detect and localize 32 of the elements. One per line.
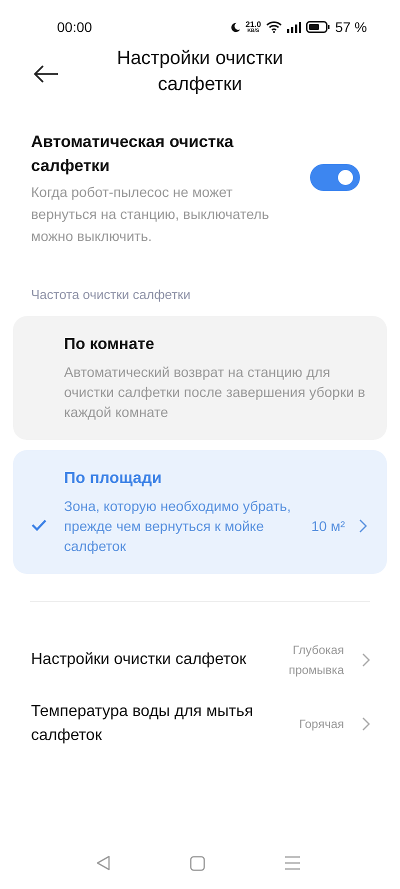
signal-icon [287, 22, 302, 32]
back-icon[interactable] [96, 855, 110, 871]
setting-title: Автоматическая очистка салфетки [31, 132, 234, 177]
toggle-switch[interactable] [310, 164, 360, 191]
home-icon[interactable] [190, 856, 205, 870]
battery-percent: 57 % [335, 19, 367, 35]
chevron-icon [362, 717, 370, 731]
option-title: По комнате [64, 335, 156, 355]
row-value: Горячая [298, 716, 344, 733]
option-description: Зона, которую необходимо убрать, прежде чем вернуться к мойке салфеток [64, 497, 292, 556]
row-label: Температура воды для мытья салфеток [31, 702, 254, 746]
battery-icon [306, 21, 330, 33]
chevron-icon [362, 653, 370, 667]
page-title: Настройки очистки салфетки [116, 47, 284, 97]
option-description: Автоматический возврат на станцию для очистки салфетки после завершения уборки в каждой комнате [64, 363, 366, 422]
back-arrow-icon[interactable] [33, 65, 59, 83]
checkmark-icon [30, 518, 46, 530]
option-value: 10 м² [311, 518, 345, 534]
settings-row[interactable]: Температура воды для мытья салфеток Горячая [0, 690, 400, 758]
chevron-icon [359, 519, 367, 533]
row-label: Настройки очистки салфеток [31, 650, 248, 670]
setting-description: Когда робот-пылесос не может вернуться на станцию, выключатель можно выключить. [31, 183, 270, 246]
moon-icon [230, 22, 240, 32]
section-label: Частота очистки салфетки [30, 286, 192, 304]
network-speed: 21.0 [246, 20, 262, 28]
option-card[interactable]: По комнате Автоматический возврат на станцию для очистки салфетки после завершения уборки в каждой комнате [13, 316, 387, 440]
row-value: Глубокая промывка [288, 642, 344, 679]
wifi-icon [266, 21, 282, 33]
menu-icon[interactable] [285, 856, 300, 870]
option-title: По площади [64, 469, 163, 489]
settings-row[interactable]: Настройки очистки салфеток Глубокая промывка [0, 630, 400, 690]
status-time: 00:00 [57, 19, 92, 35]
